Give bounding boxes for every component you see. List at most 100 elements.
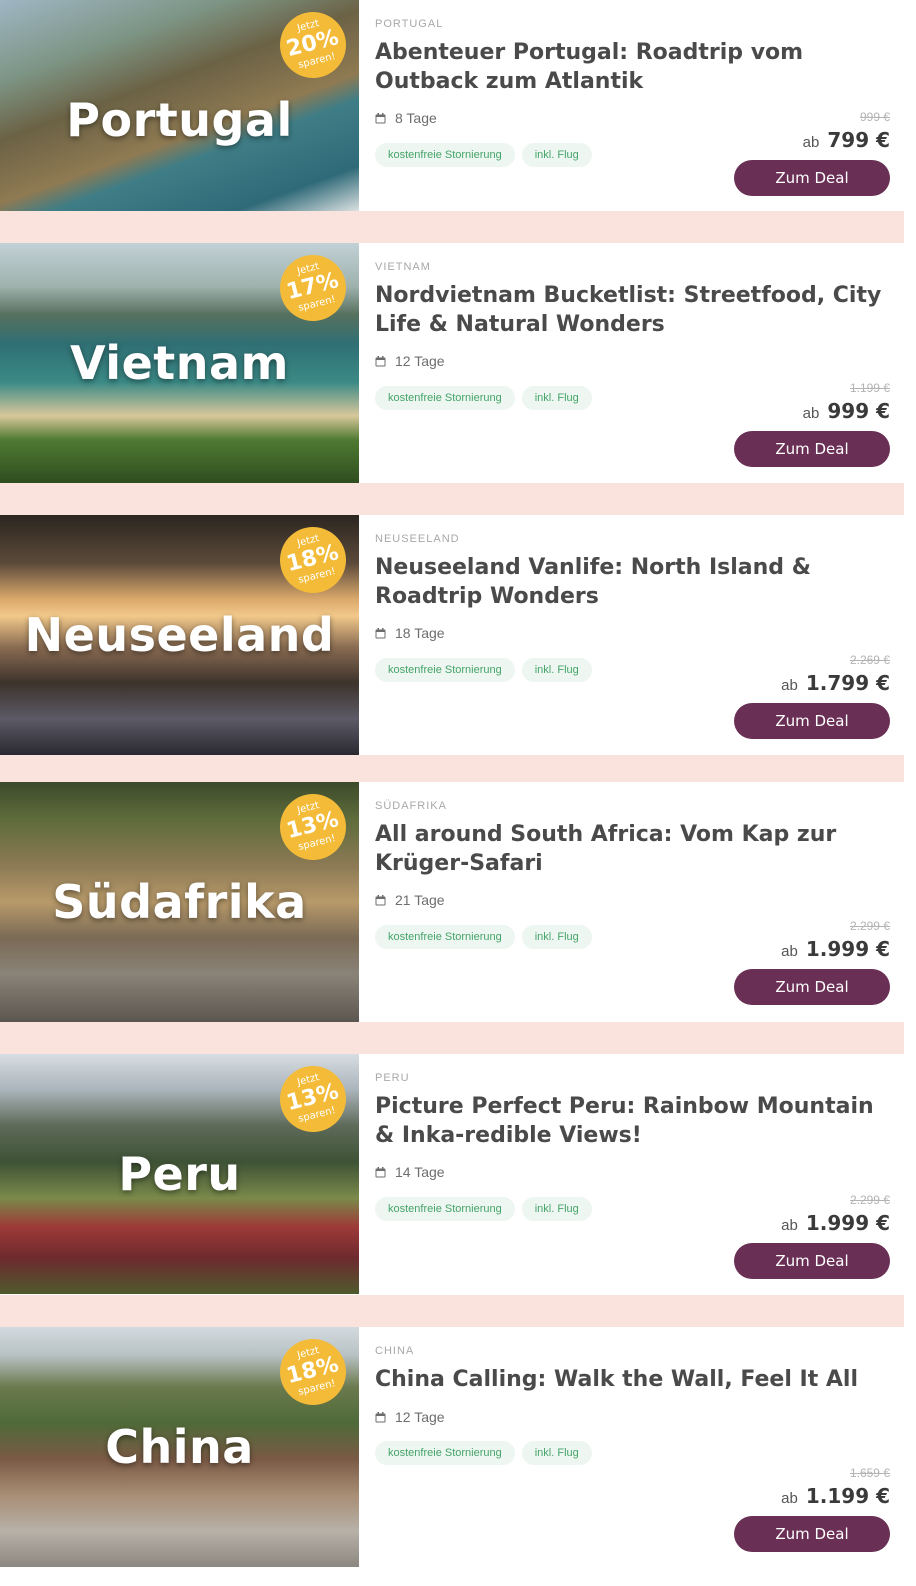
deal-title[interactable]: All around South Africa: Vom Kap zur Krü…: [375, 820, 890, 878]
country-label: PERU: [375, 1072, 410, 1084]
deal-info: PORTUGAL Abenteuer Portugal: Roadtrip vo…: [359, 0, 904, 240]
duration-text: 8 Tage: [395, 110, 437, 126]
tag-free-cancellation: kostenfreie Stornierung: [375, 658, 515, 682]
deal-card[interactable]: Südafrika Jetzt 13% sparen! SÜDAFRIKA Al…: [0, 782, 904, 1022]
tag-free-cancellation: kostenfreie Stornierung: [375, 1441, 515, 1465]
calendar-icon: [375, 355, 386, 366]
discount-badge: Jetzt 20% sparen!: [272, 4, 354, 86]
calendar-icon: [375, 1166, 386, 1177]
calendar-icon: [375, 1411, 386, 1422]
deal-card[interactable]: Neuseeland Jetzt 18% sparen! NEUSEELAND …: [0, 515, 904, 755]
destination-name-overlay: China: [105, 1420, 254, 1474]
tag-flight-included: inkl. Flug: [521, 658, 592, 682]
zum-deal-button[interactable]: Zum Deal: [734, 431, 890, 467]
deal-title[interactable]: China Calling: Walk the Wall, Feel It Al…: [375, 1365, 890, 1394]
zum-deal-button[interactable]: Zum Deal: [734, 703, 890, 739]
destination-image[interactable]: China Jetzt 18% sparen!: [0, 1327, 359, 1567]
deal-info: VIETNAM Nordvietnam Bucketlist: Streetfo…: [359, 243, 904, 483]
deal-card[interactable]: Portugal Jetzt 20% sparen! PORTUGAL Aben…: [0, 0, 904, 240]
deal-card[interactable]: China Jetzt 18% sparen! CHINA China Call…: [0, 1327, 904, 1567]
tag-free-cancellation: kostenfreie Stornierung: [375, 143, 515, 167]
price-prefix: ab: [802, 134, 820, 151]
deal-info: CHINA China Calling: Walk the Wall, Feel…: [359, 1327, 904, 1567]
deal-title[interactable]: Picture Perfect Peru: Rainbow Mountain &…: [375, 1092, 890, 1150]
duration: 21 Tage: [375, 892, 445, 908]
card-separator: [0, 211, 904, 243]
price: ab 1.999 €: [781, 1211, 890, 1235]
discount-badge: Jetzt 18% sparen!: [272, 1331, 354, 1413]
old-price: 1.659 €: [849, 1466, 890, 1480]
price-prefix: ab: [781, 1217, 798, 1234]
card-separator: [0, 483, 904, 515]
duration: 18 Tage: [375, 625, 445, 641]
country-label: NEUSEELAND: [375, 533, 460, 545]
price-prefix: ab: [802, 405, 820, 422]
tag-list: kostenfreie Stornierung inkl. Flug: [375, 1197, 592, 1221]
price-value: 1.199 €: [805, 1484, 890, 1508]
zum-deal-button[interactable]: Zum Deal: [734, 160, 890, 196]
tag-list: kostenfreie Stornierung inkl. Flug: [375, 143, 592, 167]
deal-title[interactable]: Nordvietnam Bucketlist: Streetfood, City…: [375, 281, 890, 339]
zum-deal-button[interactable]: Zum Deal: [734, 1243, 890, 1279]
price: ab 1.199 €: [781, 1484, 890, 1508]
destination-image[interactable]: Südafrika Jetzt 13% sparen!: [0, 782, 359, 1022]
destination-image[interactable]: Vietnam Jetzt 17% sparen!: [0, 243, 359, 483]
price-value: 1.999 €: [805, 937, 890, 961]
country-label: SÜDAFRIKA: [375, 800, 447, 812]
discount-badge: Jetzt 17% sparen!: [272, 247, 354, 329]
tag-list: kostenfreie Stornierung inkl. Flug: [375, 386, 592, 410]
destination-name-overlay: Neuseeland: [24, 608, 335, 662]
duration: 14 Tage: [375, 1164, 445, 1180]
tag-flight-included: inkl. Flug: [521, 925, 592, 949]
tag-list: kostenfreie Stornierung inkl. Flug: [375, 658, 592, 682]
price-prefix: ab: [781, 677, 798, 694]
duration-text: 12 Tage: [395, 1409, 445, 1425]
price: ab 799 €: [803, 128, 890, 152]
duration-text: 12 Tage: [395, 353, 445, 369]
destination-image[interactable]: Neuseeland Jetzt 18% sparen!: [0, 515, 359, 755]
country-label: PORTUGAL: [375, 18, 444, 30]
calendar-icon: [375, 112, 386, 123]
deal-title[interactable]: Neuseeland Vanlife: North Island & Roadt…: [375, 553, 890, 611]
tag-free-cancellation: kostenfreie Stornierung: [375, 386, 515, 410]
duration-text: 21 Tage: [395, 892, 445, 908]
price-value: 799 €: [827, 128, 890, 152]
price: ab 1.799 €: [781, 671, 890, 695]
price: ab 999 €: [803, 399, 890, 423]
tag-list: kostenfreie Stornierung inkl. Flug: [375, 925, 592, 949]
zum-deal-button[interactable]: Zum Deal: [734, 1516, 890, 1552]
deal-title[interactable]: Abenteuer Portugal: Roadtrip vom Outback…: [375, 38, 890, 96]
tag-flight-included: inkl. Flug: [521, 386, 592, 410]
deal-card[interactable]: Peru Jetzt 13% sparen! PERU Picture Perf…: [0, 1054, 904, 1294]
destination-image[interactable]: Portugal Jetzt 20% sparen!: [0, 0, 359, 240]
discount-badge: Jetzt 13% sparen!: [272, 786, 354, 868]
price: ab 1.999 €: [781, 937, 890, 961]
duration: 12 Tage: [375, 353, 445, 369]
deal-card[interactable]: Vietnam Jetzt 17% sparen! VIETNAM Nordvi…: [0, 243, 904, 483]
duration: 12 Tage: [375, 1409, 445, 1425]
country-label: VIETNAM: [375, 261, 431, 273]
price-prefix: ab: [781, 1490, 798, 1507]
price-value: 999 €: [827, 399, 890, 423]
tag-flight-included: inkl. Flug: [521, 1197, 592, 1221]
discount-badge: Jetzt 18% sparen!: [272, 519, 354, 601]
deal-info: NEUSEELAND Neuseeland Vanlife: North Isl…: [359, 515, 904, 755]
price-value: 1.999 €: [805, 1211, 890, 1235]
discount-badge: Jetzt 13% sparen!: [272, 1058, 354, 1140]
destination-image[interactable]: Peru Jetzt 13% sparen!: [0, 1054, 359, 1294]
destination-name-overlay: Vietnam: [70, 336, 289, 390]
tag-flight-included: inkl. Flug: [521, 1441, 592, 1465]
calendar-icon: [375, 627, 386, 638]
card-separator: [0, 1022, 904, 1054]
old-price: 2.299 €: [849, 1193, 890, 1207]
tag-flight-included: inkl. Flug: [521, 143, 592, 167]
destination-name-overlay: Portugal: [66, 93, 293, 147]
country-label: CHINA: [375, 1345, 415, 1357]
old-price: 2.269 €: [849, 653, 890, 667]
old-price: 1.199 €: [849, 381, 890, 395]
tag-free-cancellation: kostenfreie Stornierung: [375, 925, 515, 949]
deal-info: PERU Picture Perfect Peru: Rainbow Mount…: [359, 1054, 904, 1294]
duration-text: 14 Tage: [395, 1164, 445, 1180]
price-prefix: ab: [781, 943, 798, 960]
zum-deal-button[interactable]: Zum Deal: [734, 969, 890, 1005]
